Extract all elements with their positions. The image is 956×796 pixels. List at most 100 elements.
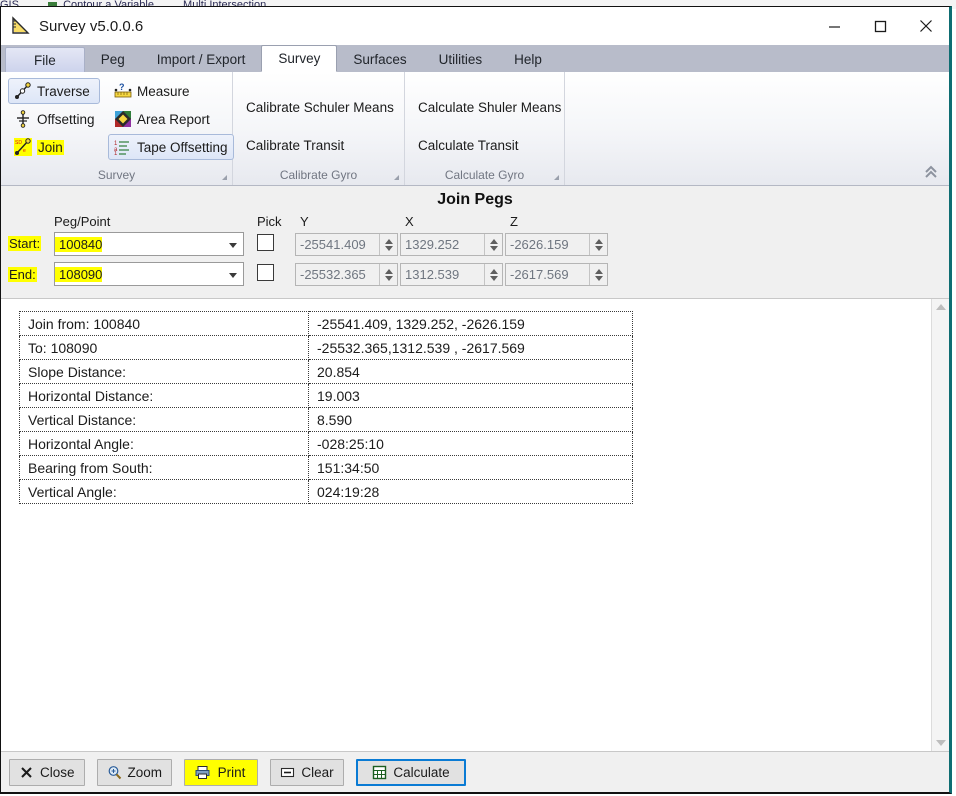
ribbon-button-measure[interactable]: ? Measure — [108, 78, 234, 104]
ribbon-button-calculate-shuler-means[interactable]: Calculate Shuler Means — [409, 88, 560, 126]
scroll-up-arrow-icon[interactable] — [936, 304, 946, 310]
ribbon-group-survey-launcher-icon[interactable] — [222, 175, 227, 180]
end-y-spinner[interactable]: -25532.365 — [295, 263, 398, 286]
tab-import-export[interactable]: Import / Export — [141, 47, 262, 72]
ribbon-button-join-label: Join — [37, 140, 64, 155]
results-pane: Join from: 100840 -25541.409, 1329.252, … — [1, 299, 931, 751]
spinner-down-icon[interactable] — [595, 276, 603, 281]
start-z-spinner-buttons[interactable] — [589, 234, 607, 255]
tab-utilities[interactable]: Utilities — [423, 47, 499, 72]
close-button[interactable]: Close — [9, 759, 85, 786]
tab-surfaces[interactable]: Surfaces — [337, 47, 422, 72]
spinner-up-icon[interactable] — [385, 269, 393, 274]
ribbon-button-calibrate-schuler-means[interactable]: Calibrate Schuler Means — [237, 88, 400, 126]
clear-button-label: Clear — [301, 765, 333, 780]
end-pick-checkbox[interactable] — [257, 264, 274, 281]
start-x-spinner[interactable]: 1329.252 — [400, 233, 503, 256]
table-row: Vertical Angle: 024:19:28 — [20, 480, 633, 504]
results-area: Join from: 100840 -25541.409, 1329.252, … — [1, 299, 949, 751]
spinner-up-icon[interactable] — [595, 239, 603, 244]
measure-icon: ? — [114, 82, 132, 100]
result-key: Horizontal Angle: — [20, 432, 309, 456]
ribbon-button-offsetting[interactable]: Offsetting — [8, 106, 100, 132]
area-report-icon — [114, 110, 132, 128]
spinner-up-icon[interactable] — [385, 239, 393, 244]
start-y-spinner-buttons[interactable] — [379, 234, 397, 255]
zoom-button-label: Zoom — [128, 765, 163, 780]
printer-icon — [195, 765, 210, 780]
title-bar: Survey v5.0.0.6 — [1, 7, 949, 45]
result-key: Bearing from South: — [20, 456, 309, 480]
spinner-up-icon[interactable] — [595, 269, 603, 274]
close-button-label: Close — [40, 765, 75, 780]
start-z-spinner[interactable]: -2626.159 — [505, 233, 608, 256]
traverse-icon — [14, 82, 32, 100]
tab-file[interactable]: File — [5, 47, 85, 72]
join-pegs-form: Join Pegs Peg/Point Pick Y X Z Start: 10… — [1, 186, 949, 299]
spinner-up-icon[interactable] — [490, 239, 498, 244]
ribbon-button-area-report-label: Area Report — [137, 112, 210, 127]
header-x: X — [405, 214, 414, 229]
offsetting-icon — [14, 110, 32, 128]
end-y-spinner-buttons[interactable] — [379, 264, 397, 285]
ribbon-group-calculate-gyro-launcher-icon[interactable] — [554, 175, 559, 180]
spinner-up-icon[interactable] — [490, 269, 498, 274]
close-button[interactable] — [903, 7, 949, 45]
ribbon-button-calculate-transit[interactable]: Calculate Transit — [409, 126, 560, 164]
ribbon-button-join[interactable]: SD e Join — [8, 134, 100, 160]
result-value: 19.003 — [309, 384, 633, 408]
chevron-double-up-icon[interactable] — [921, 163, 941, 181]
spinner-down-icon[interactable] — [385, 276, 393, 281]
start-y-spinner[interactable]: -25541.409 — [295, 233, 398, 256]
ribbon-group-calibrate-gyro-title: Calibrate Gyro — [233, 168, 404, 182]
tab-peg[interactable]: Peg — [85, 47, 141, 72]
header-y: Y — [300, 214, 309, 229]
ribbon-group-calibrate-gyro-launcher-icon[interactable] — [394, 175, 399, 180]
end-x-value: 1312.539 — [401, 267, 484, 282]
ribbon-button-traverse[interactable]: Traverse — [8, 78, 100, 104]
start-peg-combobox[interactable]: 100840 — [54, 232, 244, 256]
zoom-button[interactable]: Zoom — [97, 759, 173, 786]
page-title: Join Pegs — [1, 191, 949, 209]
print-button-label: Print — [216, 765, 248, 780]
minimize-button[interactable] — [811, 7, 857, 45]
bottom-button-bar: Close Zoom Print — [1, 751, 949, 792]
ribbon-button-area-report[interactable]: Area Report — [108, 106, 234, 132]
results-vertical-scrollbar[interactable] — [931, 299, 949, 751]
clear-button[interactable]: Clear — [270, 759, 344, 786]
result-value: 20.854 — [309, 360, 633, 384]
ribbon-button-calibrate-transit[interactable]: Calibrate Transit — [237, 126, 400, 164]
end-z-spinner-buttons[interactable] — [589, 264, 607, 285]
result-key: Vertical Angle: — [20, 480, 309, 504]
window-controls — [811, 7, 949, 45]
maximize-button[interactable] — [857, 7, 903, 45]
ribbon-button-tape-offsetting-label: Tape Offsetting — [137, 140, 228, 155]
ribbon-button-tape-offsetting[interactable]: 1 a 1 Tape Offsetting — [108, 134, 234, 160]
spinner-down-icon[interactable] — [490, 246, 498, 251]
result-value: -25541.409, 1329.252, -2626.159 — [309, 312, 633, 336]
tape-offsetting-icon: 1 a 1 — [114, 138, 132, 156]
ribbon-button-offsetting-label: Offsetting — [37, 112, 95, 127]
spinner-down-icon[interactable] — [490, 276, 498, 281]
window-title: Survey v5.0.0.6 — [39, 18, 143, 35]
tab-help[interactable]: Help — [498, 47, 558, 72]
end-z-spinner[interactable]: -2617.569 — [505, 263, 608, 286]
print-button[interactable]: Print — [184, 759, 258, 786]
tab-survey[interactable]: Survey — [261, 45, 337, 72]
start-x-spinner-buttons[interactable] — [484, 234, 502, 255]
spinner-down-icon[interactable] — [385, 246, 393, 251]
ribbon-group-survey-title: Survey — [1, 168, 232, 182]
result-value: 024:19:28 — [309, 480, 633, 504]
scroll-down-arrow-icon[interactable] — [936, 740, 946, 746]
end-x-spinner-buttons[interactable] — [484, 264, 502, 285]
spinner-down-icon[interactable] — [595, 246, 603, 251]
calculate-button[interactable]: Calculate — [356, 759, 466, 786]
start-pick-checkbox[interactable] — [257, 234, 274, 251]
ribbon-group-calculate-gyro: Calculate Shuler Means Calculate Transit… — [405, 72, 565, 185]
svg-text:1: 1 — [114, 151, 118, 156]
end-x-spinner[interactable]: 1312.539 — [400, 263, 503, 286]
result-key: Join from: 100840 — [20, 312, 309, 336]
result-key: To: 108090 — [20, 336, 309, 360]
end-peg-combobox[interactable]: 108090 — [54, 262, 244, 286]
ribbon-group-calibrate-gyro: Calibrate Schuler Means Calibrate Transi… — [233, 72, 405, 185]
